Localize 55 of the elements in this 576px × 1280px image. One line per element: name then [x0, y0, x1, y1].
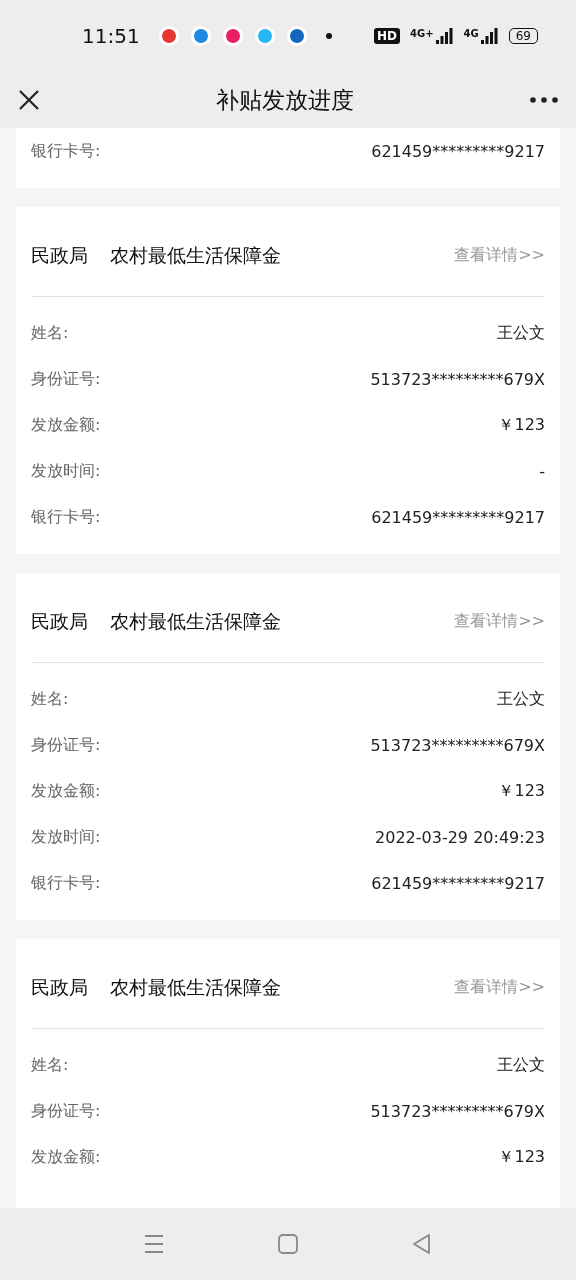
- program-name: 农村最低生活保障金: [110, 608, 282, 634]
- department-name: 民政局: [31, 974, 88, 1000]
- dot-icon: [325, 33, 332, 39]
- page-title: 补贴发放进度: [216, 85, 354, 115]
- field-value: -: [539, 461, 545, 481]
- details-link[interactable]: 查看详情>>: [454, 245, 545, 266]
- details-link[interactable]: 查看详情>>: [454, 611, 545, 632]
- field-value: 王公文: [497, 1054, 545, 1076]
- department-name: 民政局: [31, 242, 88, 268]
- field-label: 发放时间:: [31, 460, 101, 482]
- home-icon[interactable]: [276, 1232, 300, 1256]
- department-name: 民政局: [31, 608, 88, 634]
- field-label: 银行卡号:: [31, 506, 101, 528]
- field-label: 发放金额:: [31, 780, 101, 802]
- field-label: 姓名:: [31, 688, 69, 710]
- field-label: 银行卡号:: [31, 872, 101, 894]
- app-icon: [253, 25, 276, 47]
- field-value: ￥123: [498, 1146, 545, 1168]
- battery-indicator: 69: [508, 28, 538, 44]
- app-icon: [285, 25, 308, 47]
- program-name: 农村最低生活保障金: [110, 974, 282, 1000]
- hd-badge: HD: [374, 28, 400, 44]
- field-value: 王公文: [497, 688, 545, 710]
- field-value: 513723*********679X: [370, 735, 545, 755]
- field-value: 513723*********679X: [370, 369, 545, 389]
- signal-icon: [480, 28, 499, 44]
- field-value: 621459*********9217: [371, 507, 545, 527]
- field-label: 身份证号:: [31, 734, 101, 756]
- more-icon[interactable]: [530, 97, 558, 103]
- field-label: 发放时间:: [31, 826, 101, 848]
- app-icon: [157, 25, 180, 47]
- field-label: 姓名:: [31, 322, 69, 344]
- clock-time: 11:51: [82, 24, 140, 48]
- close-icon[interactable]: [18, 89, 40, 111]
- menu-icon[interactable]: [142, 1232, 166, 1256]
- app-icon: [221, 25, 244, 47]
- field-label: 身份证号:: [31, 1100, 101, 1122]
- network-type: 4G+: [410, 28, 434, 39]
- network-type: 4G: [463, 28, 479, 39]
- field-value: ￥123: [498, 414, 545, 436]
- field-label: 身份证号:: [31, 368, 101, 390]
- field-value: 王公文: [497, 322, 545, 344]
- field-value: 513723*********679X: [370, 1101, 545, 1121]
- field-value: 621459*********9217: [371, 873, 545, 893]
- app-icon: [189, 25, 212, 47]
- field-label: 发放金额:: [31, 414, 101, 436]
- field-value: 621459*********9217: [371, 141, 545, 161]
- field-label: 姓名:: [31, 1054, 69, 1076]
- field-label: 银行卡号:: [31, 140, 101, 162]
- field-label: 发放金额:: [31, 1146, 101, 1168]
- program-name: 农村最低生活保障金: [110, 242, 282, 268]
- details-link[interactable]: 查看详情>>: [454, 977, 545, 998]
- signal-icon: [435, 28, 454, 44]
- field-value: 2022-03-29 20:49:23: [375, 827, 545, 847]
- field-value: ￥123: [498, 780, 545, 802]
